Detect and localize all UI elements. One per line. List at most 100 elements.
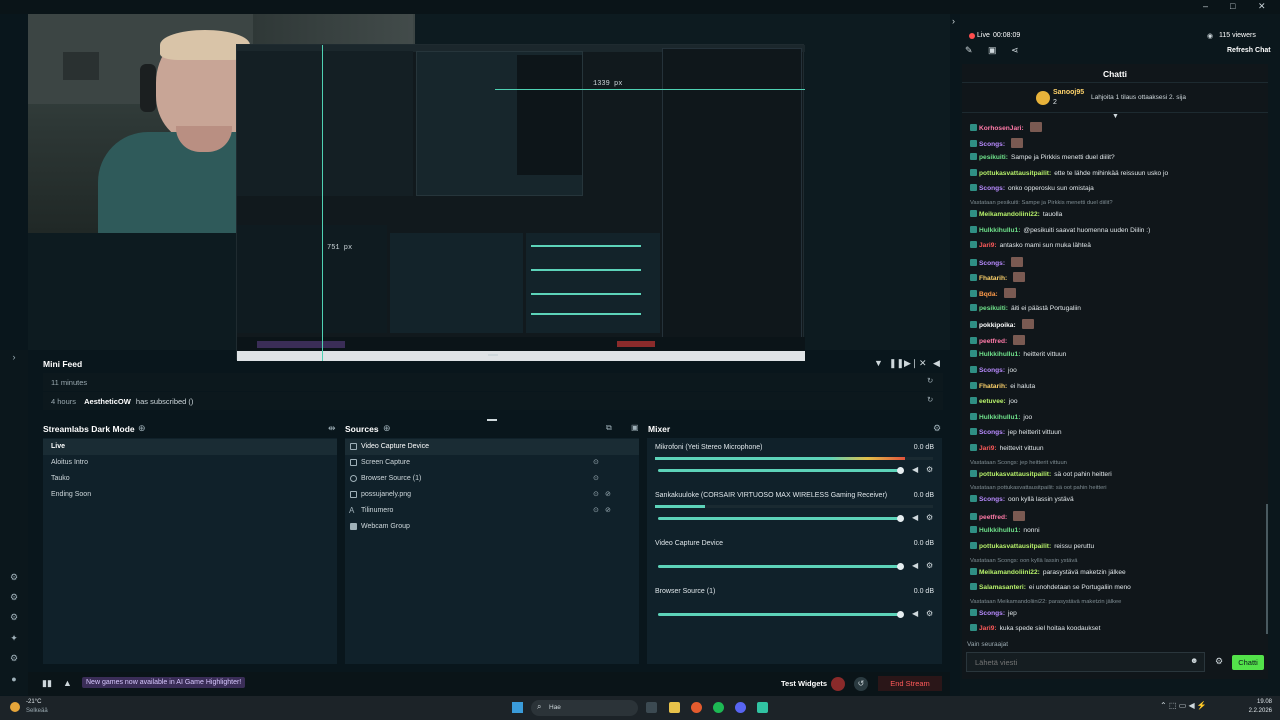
- ai-highlighter-notice[interactable]: New games now available in AI Game Highl…: [82, 677, 246, 688]
- record-button[interactable]: [831, 677, 845, 691]
- visibility-off-icon[interactable]: ⊘: [605, 506, 611, 514]
- chat-username[interactable]: Bqda:: [979, 291, 998, 298]
- volume-knob[interactable]: [897, 515, 904, 522]
- chat-username[interactable]: Jari9:: [979, 625, 997, 632]
- gear-icon[interactable]: ⚙: [926, 561, 933, 570]
- chat-username[interactable]: Fhatarih:: [979, 275, 1007, 282]
- chat-username[interactable]: eetuveе:: [979, 398, 1006, 405]
- gear-icon[interactable]: ⚙: [926, 513, 933, 522]
- scene-item[interactable]: Tauko: [43, 471, 337, 487]
- themes-icon[interactable]: ⚙: [7, 590, 21, 604]
- volume-slider[interactable]: [658, 517, 902, 520]
- chat-username[interactable]: Meikamandoliini22:: [979, 569, 1040, 576]
- chat-scrollbar[interactable]: [1266, 504, 1268, 634]
- chat-username[interactable]: Fhatarih:: [979, 383, 1007, 390]
- chat-username[interactable]: pesikuiti:: [979, 305, 1008, 312]
- expand-arrow-icon[interactable]: ›: [7, 350, 21, 364]
- weather-icon[interactable]: [10, 702, 20, 712]
- edit-icon[interactable]: ✎: [965, 45, 973, 56]
- chat-username[interactable]: Scongs:: [979, 260, 1005, 267]
- speaker-icon[interactable]: ◀: [912, 513, 918, 522]
- volume-knob[interactable]: [897, 467, 904, 474]
- close-button[interactable]: ✕: [1258, 1, 1266, 12]
- lock-icon[interactable]: ⊙: [593, 474, 599, 482]
- lock-icon[interactable]: ⊙: [593, 506, 599, 514]
- add-source-icon[interactable]: ⊕: [383, 423, 391, 434]
- refresh-chat-button[interactable]: Refresh Chat: [1227, 47, 1271, 54]
- chat-username[interactable]: Hulkkihullu1:: [979, 527, 1020, 534]
- highlighter-icon[interactable]: ✦: [7, 631, 21, 645]
- test-widgets-button[interactable]: Test Widgets: [781, 679, 827, 688]
- repeat-icon[interactable]: ↻: [927, 395, 933, 404]
- gear-icon[interactable]: ⚙: [926, 609, 933, 618]
- volume-knob[interactable]: [897, 563, 904, 570]
- apps-icon[interactable]: ⚙: [7, 610, 21, 624]
- source-item[interactable]: Browser Source (1) ⊙: [345, 471, 639, 487]
- repeat-icon[interactable]: ↻: [927, 376, 933, 385]
- spotify-icon[interactable]: [713, 702, 724, 713]
- lock-icon[interactable]: ⊙: [593, 458, 599, 466]
- streamlabs-icon[interactable]: [757, 702, 768, 713]
- volume-slider[interactable]: [658, 613, 902, 616]
- discord-icon[interactable]: [735, 702, 746, 713]
- chat-username[interactable]: Meikamandoliini22:: [979, 211, 1040, 218]
- pinned-user[interactable]: Sanooj95: [1053, 89, 1084, 96]
- source-item[interactable]: Video Capture Device: [345, 439, 639, 455]
- drag-handle[interactable]: [487, 419, 497, 421]
- copy-icon[interactable]: ▣: [988, 45, 997, 56]
- lock-icon[interactable]: ⊙: [593, 490, 599, 498]
- mixer-settings-icon[interactable]: ⚙: [933, 423, 941, 434]
- share-icon[interactable]: ⋖: [1011, 45, 1019, 56]
- search-box[interactable]: ⌕ Hae: [531, 700, 638, 716]
- volume-icon[interactable]: ◀: [933, 358, 940, 369]
- mute-icon[interactable]: ✕: [919, 358, 927, 369]
- group-icon[interactable]: ⧉: [606, 423, 612, 433]
- end-stream-button[interactable]: End Stream: [878, 676, 942, 691]
- chat-username[interactable]: Salamasanteri:: [979, 584, 1026, 591]
- file-explorer-icon[interactable]: [669, 702, 680, 713]
- speaker-icon[interactable]: ◀: [912, 561, 918, 570]
- clock-date[interactable]: 2.2.2026: [1240, 708, 1272, 714]
- chat-username[interactable]: peetfred:: [979, 514, 1007, 521]
- volume-slider[interactable]: [658, 565, 902, 568]
- visibility-off-icon[interactable]: ⊘: [605, 490, 611, 498]
- chat-username[interactable]: Hulkkihullu1:: [979, 351, 1020, 358]
- speaker-icon[interactable]: ◀: [912, 609, 918, 618]
- maximize-button[interactable]: □: [1230, 1, 1235, 11]
- chat-username[interactable]: pottukasvattausitpailit:: [979, 471, 1051, 478]
- chat-username[interactable]: pokkipoika:: [979, 322, 1016, 329]
- chat-username[interactable]: Scongs:: [979, 496, 1005, 503]
- chat-username[interactable]: pottukasvattausitpailit:: [979, 543, 1051, 550]
- chat-username[interactable]: KorhosenJari:: [979, 125, 1024, 132]
- task-view-icon[interactable]: [646, 702, 657, 713]
- chat-username[interactable]: Jari9:: [979, 445, 997, 452]
- chat-username[interactable]: Scongs:: [979, 610, 1005, 617]
- gear-icon[interactable]: ⚙: [926, 465, 933, 474]
- chat-username[interactable]: Scongs:: [979, 429, 1005, 436]
- speaker-icon[interactable]: ◀: [912, 465, 918, 474]
- chat-username[interactable]: Scongs:: [979, 141, 1005, 148]
- start-icon[interactable]: [512, 702, 523, 713]
- stats-icon[interactable]: ▮▮: [42, 678, 52, 689]
- chat-input[interactable]: [975, 657, 1175, 668]
- scene-item[interactable]: Aloitus Intro: [43, 455, 337, 471]
- minimize-button[interactable]: –: [1203, 1, 1208, 11]
- chat-username[interactable]: Hulkkihullu1:: [979, 414, 1020, 421]
- replay-buffer-icon[interactable]: ↺: [854, 677, 868, 691]
- feed-user[interactable]: AestheticOW: [84, 397, 131, 406]
- chat-username[interactable]: pottukasvattausitpailit:: [979, 170, 1051, 177]
- chat-settings-icon[interactable]: ⚙: [1215, 656, 1223, 667]
- chat-username[interactable]: Scongs:: [979, 367, 1005, 374]
- pause-icon[interactable]: ❚❚: [889, 358, 904, 369]
- dashboard-icon[interactable]: ⚙: [7, 570, 21, 584]
- firefox-icon[interactable]: [691, 702, 702, 713]
- chat-username[interactable]: Hulkkihullu1:: [979, 227, 1020, 234]
- alert-icon[interactable]: ▲: [63, 678, 72, 688]
- collapse-icon[interactable]: ⇹: [328, 423, 336, 434]
- chat-username[interactable]: Jari9:: [979, 242, 997, 249]
- drag-handle[interactable]: [488, 354, 498, 356]
- scroll-down-icon[interactable]: ▼: [1112, 113, 1119, 120]
- skip-icon[interactable]: ▶❘: [904, 358, 918, 369]
- volume-knob[interactable]: [897, 611, 904, 618]
- profile-icon[interactable]: ●: [7, 672, 21, 686]
